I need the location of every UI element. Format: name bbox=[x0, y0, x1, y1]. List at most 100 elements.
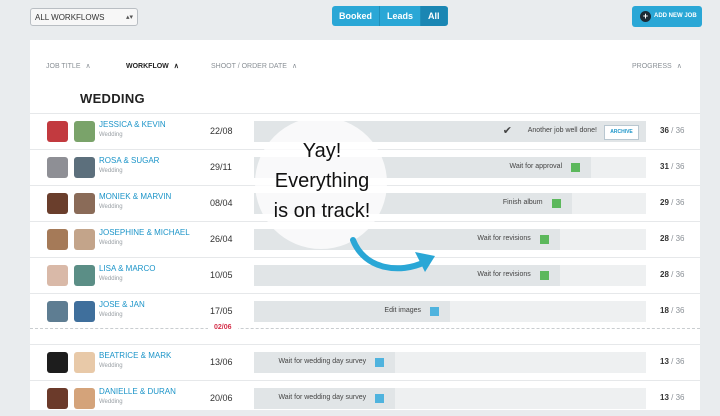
status-filter: Booked Leads All bbox=[332, 6, 448, 26]
overlay-line: Everything bbox=[274, 170, 370, 192]
job-name-link[interactable]: JESSICA & KEVIN bbox=[99, 120, 166, 129]
job-name-link[interactable]: JOSEPHINE & MICHAEL bbox=[99, 228, 190, 237]
workflow-progress-bar[interactable]: Edit images bbox=[254, 301, 646, 322]
progress-count: 36 / 36 bbox=[660, 126, 685, 135]
workflow-stage: Wait for approval bbox=[509, 163, 563, 170]
overlay-message: Yay! Everything is on track! bbox=[255, 136, 389, 226]
workflow-select-value: ALL WORKFLOWS bbox=[35, 13, 105, 22]
job-name-link[interactable]: DANIELLE & DURAN bbox=[99, 387, 176, 396]
column-header-job-title[interactable]: JOB TITLE ∧ bbox=[46, 62, 91, 70]
shoot-date: 20/06 bbox=[210, 393, 233, 403]
stage-status-square bbox=[571, 163, 581, 172]
job-name-link[interactable]: MONIEK & MARVIN bbox=[99, 192, 171, 201]
shoot-date: 13/06 bbox=[210, 357, 233, 367]
job-type: Wedding bbox=[99, 363, 123, 369]
today-divider-label: 02/06 bbox=[208, 324, 238, 331]
workflow-stage: Wait for wedding day survey bbox=[278, 358, 367, 365]
job-type: Wedding bbox=[99, 312, 123, 318]
today-divider bbox=[30, 328, 700, 330]
column-header-shoot-date[interactable]: SHOOT / ORDER DATE ∧ bbox=[211, 62, 297, 70]
filter-booked[interactable]: Booked bbox=[332, 6, 381, 26]
checkmark-icon: ✔ bbox=[502, 125, 512, 137]
select-arrows-icon: ▴▾ bbox=[125, 14, 133, 21]
client-avatar bbox=[47, 352, 68, 373]
progress-header-label: PROGRESS bbox=[632, 63, 672, 70]
client-avatar bbox=[47, 301, 68, 322]
progress-count: 13 / 36 bbox=[660, 357, 685, 366]
client-avatar bbox=[74, 157, 95, 178]
workflow-stage: Wait for revisions bbox=[477, 235, 531, 242]
sort-caret-icon: ∧ bbox=[173, 63, 179, 70]
overlay-line: Yay! bbox=[302, 140, 342, 162]
client-avatar bbox=[74, 193, 95, 214]
section-title: WEDDING bbox=[80, 91, 145, 106]
workflow-progress-bar[interactable]: Wait for revisions bbox=[254, 265, 646, 286]
shoot-date: 17/05 bbox=[210, 306, 233, 316]
stage-status-square bbox=[539, 235, 549, 244]
job-type: Wedding bbox=[99, 132, 123, 138]
filter-leads[interactable]: Leads bbox=[380, 6, 422, 26]
job-row[interactable]: BEATRICE & MARK Wedding 13/06 Wait for wedd… bbox=[30, 344, 700, 380]
column-header-progress[interactable]: PROGRESS ∧ bbox=[632, 62, 682, 70]
progress-count: 28 / 36 bbox=[660, 234, 685, 243]
job-type: Wedding bbox=[99, 168, 123, 174]
stage-status-square bbox=[539, 271, 549, 280]
job-type: Wedding bbox=[99, 204, 123, 210]
client-avatar bbox=[47, 388, 68, 409]
stage-status-square bbox=[375, 394, 385, 403]
client-avatar bbox=[47, 265, 68, 286]
client-avatar bbox=[74, 388, 95, 409]
progress-count: 18 / 36 bbox=[660, 306, 685, 315]
shoot-date: 22/08 bbox=[210, 126, 233, 136]
client-avatar bbox=[47, 193, 68, 214]
progress-count: 29 / 36 bbox=[660, 198, 685, 207]
workflow-stage: Finish album bbox=[502, 199, 543, 206]
workflow-select[interactable]: ALL WORKFLOWS ▴▾ bbox=[30, 8, 138, 26]
stage-status-square bbox=[375, 358, 385, 367]
job-row[interactable]: DANIELLE & DURAN Wedding 20/06 Wait for wed… bbox=[30, 380, 700, 416]
add-new-job-label: ADD NEW JOB bbox=[654, 13, 697, 19]
progress-count: 28 / 36 bbox=[660, 270, 685, 279]
filter-all[interactable]: All bbox=[421, 6, 448, 26]
archive-button[interactable]: ARCHIVE bbox=[604, 125, 639, 140]
client-avatar bbox=[74, 352, 95, 373]
client-avatar bbox=[74, 301, 95, 322]
client-avatar bbox=[74, 229, 95, 250]
job-row[interactable]: JOSE & JAN Wedding 17/05 Edit images 18 / 36 bbox=[30, 293, 700, 329]
job-name-link[interactable]: BEATRICE & MARK bbox=[99, 351, 171, 360]
workflow-stage: Another job well done! bbox=[527, 127, 597, 134]
shoot-date: 26/04 bbox=[210, 234, 233, 244]
stage-status-square bbox=[551, 199, 561, 208]
shoot-date: 08/04 bbox=[210, 198, 233, 208]
plus-icon: + bbox=[640, 11, 651, 22]
progress-count: 31 / 36 bbox=[660, 162, 685, 171]
shoot-date: 10/05 bbox=[210, 270, 233, 280]
overlay-line: is on track! bbox=[273, 200, 371, 222]
job-type: Wedding bbox=[99, 276, 123, 282]
client-avatar bbox=[74, 121, 95, 142]
progress-count: 13 / 36 bbox=[660, 393, 685, 402]
sort-caret-icon: ∧ bbox=[291, 63, 298, 70]
workflow-progress-bar[interactable]: Wait for wedding day survey bbox=[254, 388, 646, 409]
job-name-link[interactable]: JOSE & JAN bbox=[99, 300, 145, 309]
curved-arrow-icon bbox=[350, 237, 435, 272]
add-new-job-button[interactable]: + ADD NEW JOB bbox=[632, 6, 702, 27]
job-title-header-label: JOB TITLE bbox=[46, 63, 81, 70]
top-toolbar: ALL WORKFLOWS ▴▾ Booked Leads All + ADD … bbox=[0, 0, 720, 36]
workflow-header-label: WORKFLOW bbox=[126, 63, 169, 70]
column-header-workflow[interactable]: WORKFLOW ∧ bbox=[126, 62, 179, 70]
workflow-progress-bar[interactable]: Wait for wedding day survey bbox=[254, 352, 646, 373]
workflow-stage: Edit images bbox=[384, 307, 421, 314]
client-avatar bbox=[47, 157, 68, 178]
sort-caret-icon: ∧ bbox=[85, 63, 91, 70]
client-avatar bbox=[47, 229, 68, 250]
client-avatar bbox=[47, 121, 68, 142]
job-name-link[interactable]: ROSA & SUGAR bbox=[99, 156, 159, 165]
sort-caret-icon: ∧ bbox=[676, 63, 682, 70]
job-name-link[interactable]: LISA & MARCO bbox=[99, 264, 155, 273]
client-avatar bbox=[74, 265, 95, 286]
job-type: Wedding bbox=[99, 240, 123, 246]
stage-status-square bbox=[430, 307, 439, 316]
shoot-date: 29/11 bbox=[210, 162, 232, 172]
shoot-date-header-label: SHOOT / ORDER DATE bbox=[211, 63, 287, 70]
